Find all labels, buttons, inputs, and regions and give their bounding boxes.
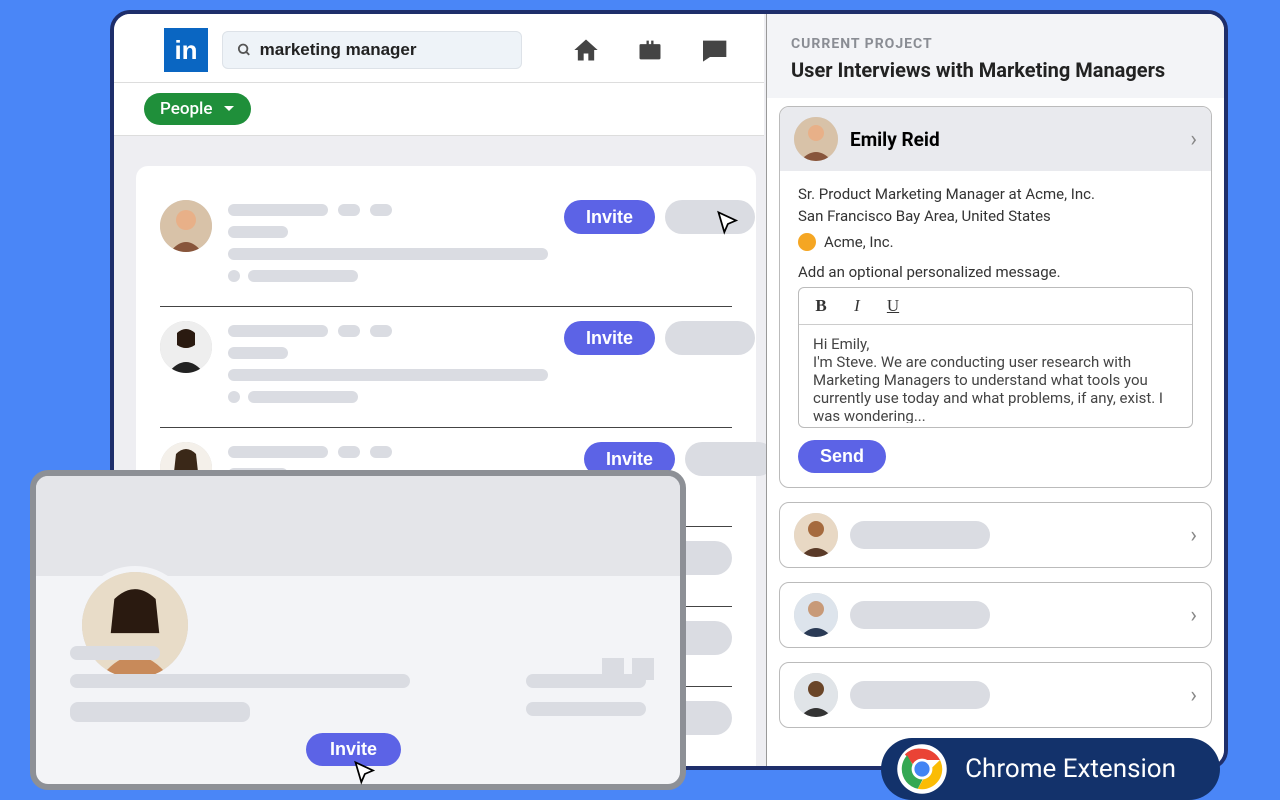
- chrome-icon: [895, 742, 949, 796]
- avatar: [160, 321, 212, 373]
- company-name: Acme, Inc.: [824, 233, 894, 251]
- search-icon: [237, 42, 252, 58]
- invite-button[interactable]: Invite: [564, 321, 655, 355]
- profile-cover: [36, 476, 680, 576]
- chevron-right-icon: ›: [1190, 683, 1197, 708]
- message-textarea[interactable]: [799, 325, 1192, 423]
- placeholder: [850, 681, 990, 709]
- header: in: [114, 14, 764, 83]
- filter-row: People: [114, 83, 764, 136]
- invite-button[interactable]: Invite: [564, 200, 655, 234]
- avatar: [794, 593, 838, 637]
- filter-label: People: [160, 99, 213, 119]
- chevron-right-icon: ›: [1190, 127, 1197, 152]
- secondary-button[interactable]: [665, 200, 755, 234]
- contact-role: Sr. Product Marketing Manager at Acme, I…: [798, 185, 1193, 203]
- invite-button[interactable]: Invite: [306, 733, 401, 766]
- linkedin-logo-icon[interactable]: in: [164, 28, 208, 72]
- message-editor: B I U: [798, 287, 1193, 428]
- badge-label: Chrome Extension: [965, 754, 1176, 784]
- result-row[interactable]: Invite: [160, 186, 732, 307]
- people-filter[interactable]: People: [144, 93, 251, 125]
- avatar: [794, 513, 838, 557]
- secondary-button[interactable]: [685, 442, 775, 476]
- home-icon[interactable]: [572, 36, 600, 64]
- extension-panel: CURRENT PROJECT User Interviews with Mar…: [766, 14, 1224, 766]
- panel-title: User Interviews with Marketing Managers: [791, 58, 1200, 82]
- contact-location: San Francisco Bay Area, United States: [798, 207, 1193, 225]
- contact-card-collapsed[interactable]: ›: [779, 502, 1212, 568]
- result-row[interactable]: Invite: [160, 307, 732, 428]
- placeholder: [850, 521, 990, 549]
- contact-card-collapsed[interactable]: ›: [779, 582, 1212, 648]
- company-logo-icon: [798, 233, 816, 251]
- secondary-button[interactable]: [665, 321, 755, 355]
- chevron-right-icon: ›: [1190, 523, 1197, 548]
- message-label: Add an optional personalized message.: [798, 263, 1193, 281]
- chevron-down-icon: [223, 105, 235, 113]
- search-input[interactable]: [260, 40, 507, 60]
- search-bar[interactable]: [222, 31, 522, 69]
- avatar: [794, 117, 838, 161]
- messaging-icon[interactable]: [700, 36, 720, 64]
- contact-name: Emily Reid: [850, 128, 1178, 151]
- chrome-extension-badge: Chrome Extension: [881, 738, 1220, 800]
- avatar: [160, 200, 212, 252]
- contact-card-collapsed[interactable]: ›: [779, 662, 1212, 728]
- contact-card-header[interactable]: Emily Reid ›: [780, 107, 1211, 171]
- profile-preview-card: Invite: [30, 470, 686, 790]
- placeholder: [850, 601, 990, 629]
- jobs-icon[interactable]: [636, 36, 664, 64]
- underline-icon[interactable]: U: [885, 296, 901, 316]
- contact-card: Emily Reid › Sr. Product Marketing Manag…: [779, 106, 1212, 488]
- italic-icon[interactable]: I: [849, 296, 865, 316]
- chevron-right-icon: ›: [1190, 603, 1197, 628]
- bold-icon[interactable]: B: [813, 296, 829, 316]
- send-button[interactable]: Send: [798, 440, 886, 473]
- panel-eyebrow: CURRENT PROJECT: [791, 36, 1200, 52]
- avatar: [794, 673, 838, 717]
